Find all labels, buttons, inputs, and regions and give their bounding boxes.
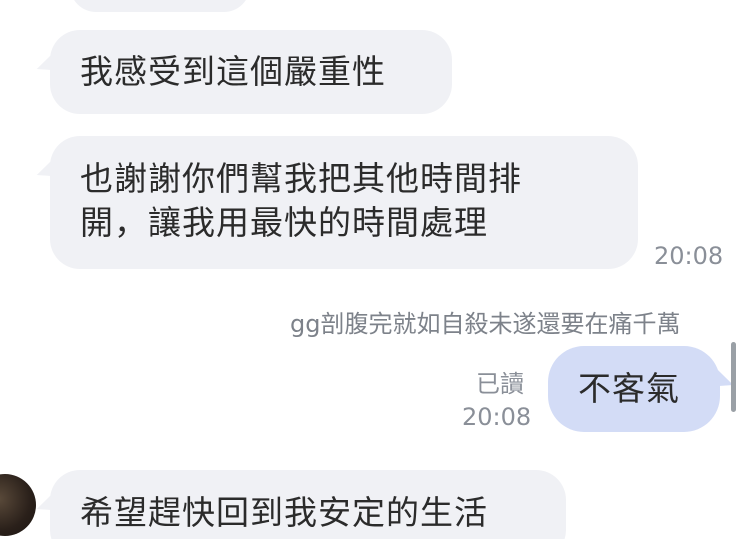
contact-avatar[interactable] <box>0 474 36 536</box>
incoming-message-bubble[interactable]: 希望趕快回到我安定的生活 <box>33 470 566 539</box>
bubble-tail <box>33 159 59 183</box>
chat-view: 我感受到這個嚴重性 也謝謝你們幫我把其他時間排 開，讓我用最快的時間處理 20:… <box>0 0 740 539</box>
scrollbar-thumb[interactable] <box>731 342 736 412</box>
message-timestamp: 20:08 <box>654 242 724 270</box>
message-timestamp: 20:08 <box>462 403 532 431</box>
read-receipt: 已讀 <box>476 370 524 398</box>
message-text: 也謝謝你們幫我把其他時間排 開，讓我用最快的時間處理 <box>80 159 522 242</box>
previous-message-bubble[interactable] <box>70 0 250 12</box>
outgoing-message-bubble[interactable]: 不客氣 <box>548 346 737 432</box>
message-text: 希望趕快回到我安定的生活 <box>80 493 488 532</box>
bubble-tail <box>33 53 59 77</box>
bubble-tail <box>33 493 59 517</box>
message-text: 不客氣 <box>578 369 680 408</box>
overlay-comment-text: gg剖腹完就如自殺未遂還要在痛千萬 <box>290 310 681 338</box>
incoming-message-bubble[interactable]: 也謝謝你們幫我把其他時間排 開，讓我用最快的時間處理 <box>33 136 638 269</box>
incoming-message-bubble[interactable]: 我感受到這個嚴重性 <box>33 30 452 114</box>
message-text: 我感受到這個嚴重性 <box>80 52 386 91</box>
